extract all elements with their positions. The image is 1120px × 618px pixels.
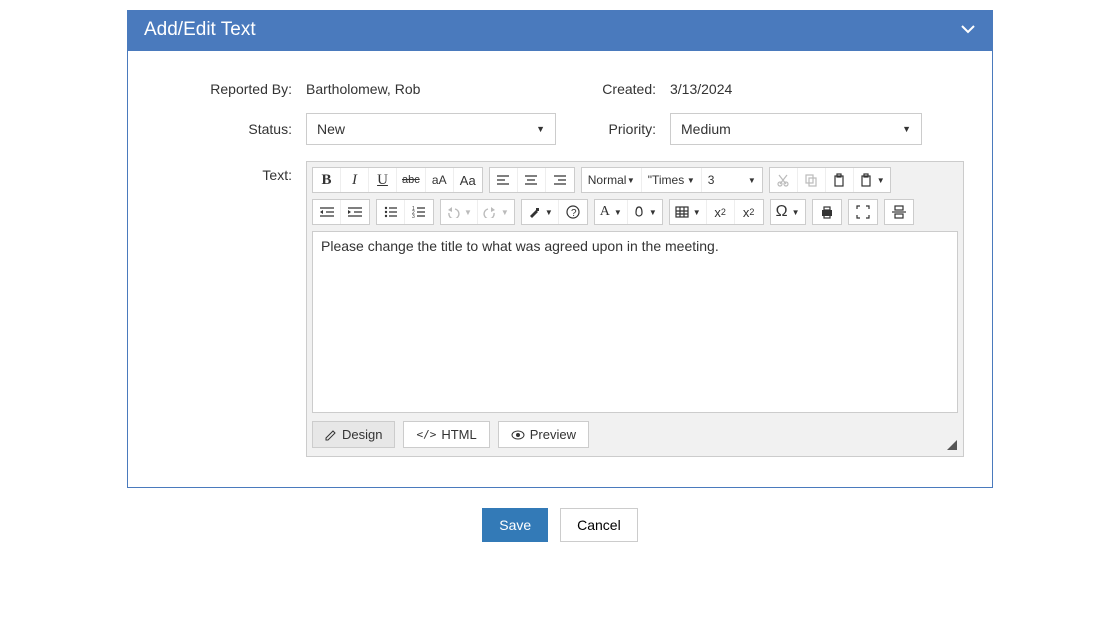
- eye-icon: [511, 430, 525, 440]
- editor-mode-tabs: Design </> HTML Preview: [307, 413, 963, 456]
- align-center-button[interactable]: [518, 168, 546, 192]
- priority-value: Medium: [681, 121, 731, 137]
- page-break-button[interactable]: [885, 200, 913, 224]
- fullscreen-button[interactable]: [849, 200, 877, 224]
- dialog-panel: Add/Edit Text Reported By: Bartholomew, …: [127, 10, 993, 488]
- subscript-button[interactable]: x2: [707, 200, 735, 224]
- paste-special-button[interactable]: ▼: [854, 168, 890, 192]
- priority-label: Priority:: [560, 121, 670, 137]
- print-button[interactable]: [813, 200, 841, 224]
- chevron-down-icon: ▼: [902, 124, 911, 134]
- ordered-list-button[interactable]: 123: [405, 200, 433, 224]
- dialog-title: Add/Edit Text: [144, 19, 256, 41]
- reported-by-label: Reported By:: [156, 81, 306, 97]
- font-family-select[interactable]: "Times ...▼: [642, 168, 702, 192]
- text-row: Text: B I U abc aA Aa: [156, 161, 964, 457]
- insert-table-button[interactable]: ▼: [670, 200, 707, 224]
- dialog-body: Reported By: Bartholomew, Rob Created: 3…: [128, 51, 992, 487]
- font-color-button[interactable]: A▼: [595, 200, 628, 224]
- status-select[interactable]: New ▼: [306, 113, 556, 145]
- resize-handle[interactable]: [947, 440, 957, 450]
- text-label: Text:: [156, 161, 306, 183]
- superscript-button[interactable]: x2: [735, 200, 763, 224]
- code-icon: </>: [416, 428, 436, 441]
- tab-html[interactable]: </> HTML: [403, 421, 489, 448]
- editor-text: Please change the title to what was agre…: [321, 238, 719, 254]
- strikethrough-button[interactable]: abc: [397, 168, 426, 192]
- align-left-button[interactable]: [490, 168, 518, 192]
- rich-text-editor: B I U abc aA Aa: [306, 161, 964, 457]
- reported-by-value: Bartholomew, Rob: [306, 81, 420, 97]
- svg-text:3: 3: [412, 214, 415, 218]
- paste-button[interactable]: [826, 168, 854, 192]
- dialog-footer: Save Cancel: [127, 508, 993, 562]
- help-button[interactable]: ?: [559, 200, 587, 224]
- chevron-down-icon: ▼: [536, 124, 545, 134]
- italic-button[interactable]: I: [341, 168, 369, 192]
- tab-design[interactable]: Design: [312, 421, 395, 448]
- info-row-1: Reported By: Bartholomew, Rob Created: 3…: [156, 81, 964, 97]
- undo-button[interactable]: ▼: [441, 200, 478, 224]
- dialog-header: Add/Edit Text: [128, 11, 992, 51]
- status-value: New: [317, 121, 345, 137]
- svg-text:?: ?: [571, 208, 577, 219]
- cancel-button[interactable]: Cancel: [560, 508, 638, 542]
- tab-preview[interactable]: Preview: [498, 421, 589, 448]
- created-label: Created:: [560, 81, 670, 97]
- bold-button[interactable]: B: [313, 168, 341, 192]
- format-painter-button[interactable]: ▼: [522, 200, 559, 224]
- titlecase-button[interactable]: Aa: [454, 168, 482, 192]
- insert-symbol-button[interactable]: Ω▼: [771, 200, 805, 224]
- pencil-icon: [325, 429, 337, 441]
- font-size-select[interactable]: 3▼: [702, 168, 762, 192]
- redo-button[interactable]: ▼: [478, 200, 514, 224]
- created-value: 3/13/2024: [670, 81, 732, 97]
- unordered-list-button[interactable]: [377, 200, 405, 224]
- info-row-2: Status: New ▼ Priority: Medium ▼: [156, 113, 964, 145]
- indent-button[interactable]: [341, 200, 369, 224]
- underline-button[interactable]: U: [369, 168, 397, 192]
- editor-content-area[interactable]: Please change the title to what was agre…: [312, 231, 958, 413]
- paragraph-style-select[interactable]: Normal▼: [582, 168, 642, 192]
- highlight-color-button[interactable]: ▼: [628, 200, 662, 224]
- copy-button[interactable]: [798, 168, 826, 192]
- outdent-button[interactable]: [313, 200, 341, 224]
- editor-toolbar: B I U abc aA Aa: [307, 162, 963, 231]
- status-label: Status:: [156, 121, 306, 137]
- cut-button[interactable]: [770, 168, 798, 192]
- save-button[interactable]: Save: [482, 508, 548, 542]
- priority-select[interactable]: Medium ▼: [670, 113, 922, 145]
- smallcaps-button[interactable]: aA: [426, 168, 454, 192]
- align-right-button[interactable]: [546, 168, 574, 192]
- collapse-icon[interactable]: [960, 22, 976, 38]
